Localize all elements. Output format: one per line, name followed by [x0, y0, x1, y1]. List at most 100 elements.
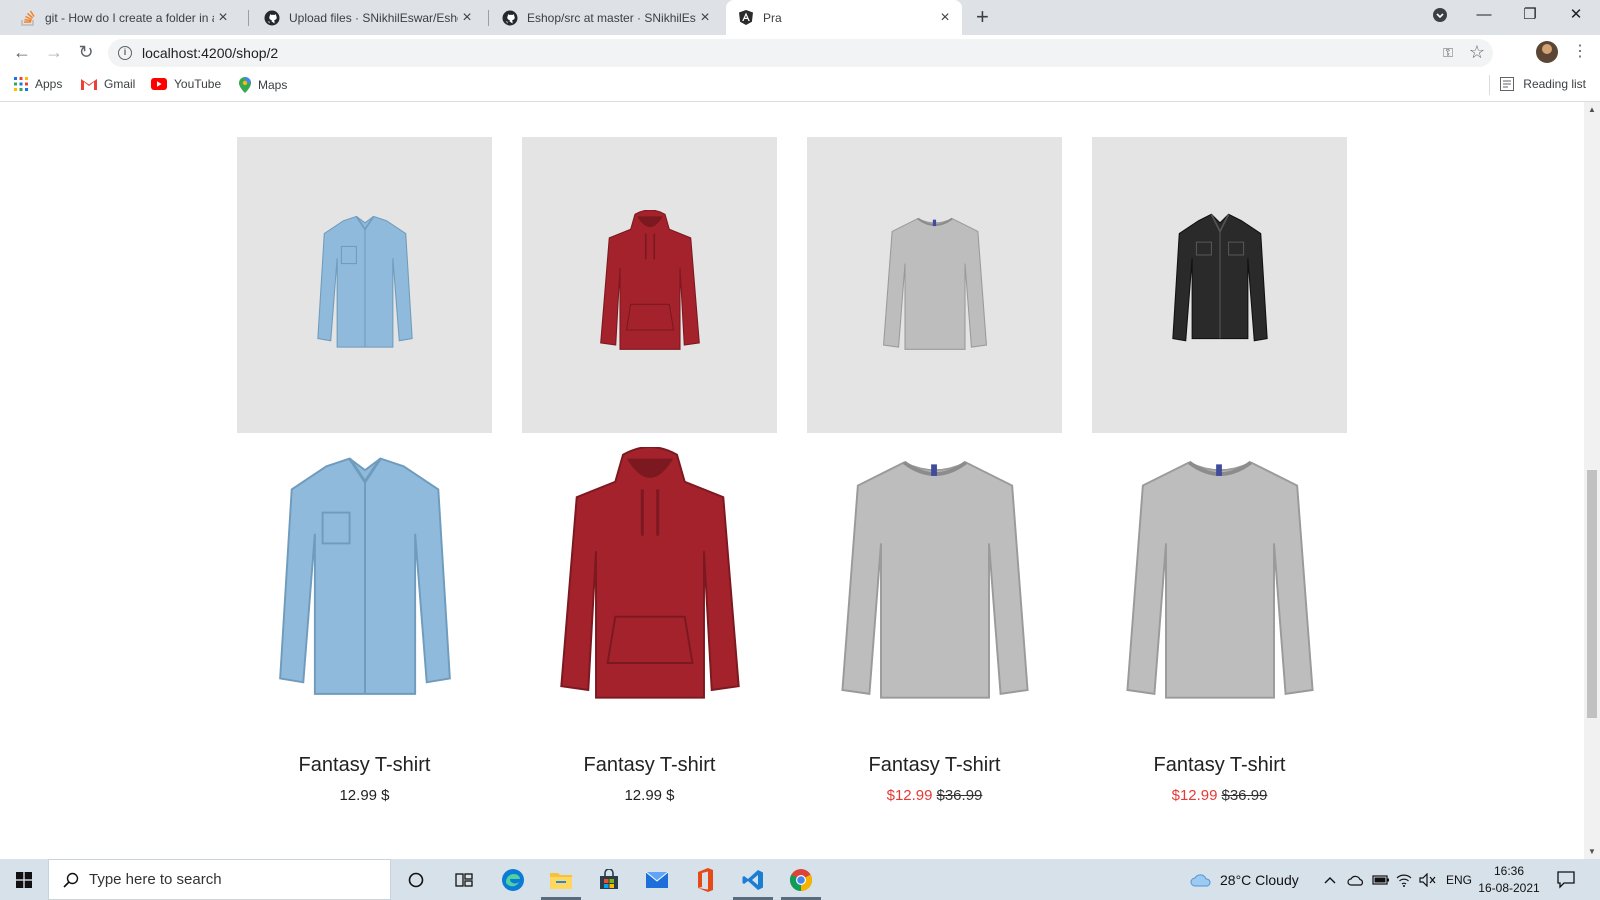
tab-strip: git - How do I create a folder in a × Up…	[0, 0, 1600, 35]
volume-muted-icon[interactable]	[1419, 859, 1437, 900]
tab-upload-files[interactable]: Upload files · SNikhilEswar/Eshop ×	[252, 0, 484, 35]
close-tab-icon[interactable]: ×	[214, 9, 232, 27]
product-image[interactable]	[237, 447, 492, 717]
tab-title: Upload files · SNikhilEswar/Eshop	[289, 10, 458, 25]
product-price: $12.99 $36.99	[807, 787, 1062, 804]
product-thumbnail[interactable]	[522, 137, 777, 433]
red-hoodie-image	[559, 447, 740, 699]
action-center-notification-icon[interactable]	[1556, 869, 1576, 894]
product-name[interactable]: Fantasy T-shirt	[237, 754, 492, 777]
microsoft-store-icon[interactable]	[585, 859, 633, 900]
scrollbar-thumb[interactable]	[1587, 470, 1597, 718]
reload-button[interactable]: ↻	[75, 41, 97, 63]
bookmark-gmail[interactable]: Gmail	[81, 77, 135, 91]
sale-price: $12.99	[1171, 787, 1218, 804]
scroll-up-arrow-icon[interactable]: ▲	[1584, 105, 1600, 114]
url-text[interactable]: localhost:4200/shop/2	[142, 45, 278, 61]
cortana-icon[interactable]	[392, 859, 440, 900]
tab-title: Pra	[763, 10, 782, 25]
bookmark-star-icon[interactable]: ☆	[1469, 42, 1485, 63]
vscode-icon[interactable]	[729, 859, 777, 900]
tab-stackoverflow[interactable]: git - How do I create a folder in a ×	[8, 0, 240, 35]
weather-widget[interactable]: 28°C Cloudy	[1190, 859, 1299, 900]
system-clock[interactable]: 16:36 16-08-2021	[1474, 863, 1544, 897]
chrome-icon[interactable]	[777, 859, 825, 900]
page-viewport: Fantasy T-shirt Fantasy T-shirt Fantasy …	[0, 102, 1584, 859]
restore-button[interactable]: ❐	[1507, 0, 1553, 30]
close-tab-icon[interactable]: ×	[936, 9, 954, 27]
price: 12.99 $	[339, 787, 390, 804]
tab-divider	[488, 10, 489, 26]
onedrive-cloud-icon[interactable]	[1347, 859, 1365, 900]
product-thumbnail[interactable]	[1092, 137, 1347, 433]
reading-list-button[interactable]: Reading list	[1500, 77, 1586, 91]
forward-button[interactable]: →	[43, 41, 65, 63]
product-thumbnail[interactable]	[807, 137, 1062, 433]
menu-kebab-icon[interactable]: ⋮	[1572, 41, 1588, 61]
stackoverflow-icon	[20, 10, 36, 26]
tab-eshop-src[interactable]: Eshop/src at master · SNikhilEswa ×	[490, 0, 722, 35]
edge-browser-icon[interactable]	[489, 859, 537, 900]
back-button[interactable]: ←	[11, 41, 33, 63]
product-price: $12.99 $36.99	[1092, 787, 1347, 804]
minimize-button[interactable]: —	[1461, 0, 1507, 30]
bookmark-apps[interactable]: Apps	[14, 77, 62, 91]
bookmarks-bar: Apps Gmail YouTube Maps Reading list	[0, 69, 1600, 102]
product-image[interactable]	[807, 447, 1062, 717]
new-tab-button[interactable]: +	[976, 5, 989, 29]
taskbar-search-input[interactable]: Type here to search	[48, 859, 391, 900]
price: 12.99 $	[624, 787, 675, 804]
close-tab-icon[interactable]: ×	[696, 9, 714, 27]
angular-icon	[738, 10, 754, 26]
windows-logo-icon	[16, 871, 32, 888]
bookmarks-divider	[1489, 75, 1490, 95]
apps-grid-icon	[14, 77, 28, 91]
bookmark-maps[interactable]: Maps	[239, 77, 287, 93]
password-key-icon[interactable]: ⚿	[1443, 45, 1453, 61]
youtube-icon	[151, 78, 167, 90]
task-view-icon[interactable]	[440, 859, 488, 900]
original-price: $36.99	[1221, 787, 1268, 804]
page-scrollbar[interactable]: ▲ ▼	[1584, 102, 1600, 859]
grey-sweater-image	[882, 217, 987, 350]
site-info-icon[interactable]: i	[118, 46, 132, 60]
wifi-icon[interactable]	[1396, 859, 1412, 900]
cloud-weather-icon	[1190, 873, 1212, 887]
search-placeholder: Type here to search	[89, 871, 222, 888]
product-price: 12.99 $	[237, 787, 492, 804]
clock-time: 16:36	[1493, 864, 1525, 878]
scroll-down-arrow-icon[interactable]: ▼	[1584, 847, 1600, 856]
browser-toolbar: ← → ↻ i localhost:4200/shop/2 ⚿ ☆ ⋮	[0, 35, 1600, 69]
profile-avatar[interactable]	[1536, 41, 1558, 63]
show-hidden-icons-chevron-icon[interactable]	[1324, 859, 1336, 900]
language-indicator[interactable]: ENG	[1446, 859, 1472, 900]
windows-taskbar: Type here to search 28°C Cloudy ENG 16:3…	[0, 859, 1600, 900]
close-tab-icon[interactable]: ×	[458, 9, 476, 27]
product-image[interactable]	[1092, 447, 1347, 717]
windows-start-button[interactable]	[0, 859, 48, 900]
clock-date: 16-08-2021	[1478, 881, 1540, 895]
tab-search-button[interactable]	[1417, 0, 1463, 30]
address-bar[interactable]: i localhost:4200/shop/2 ⚿ ☆	[108, 39, 1493, 67]
gmail-icon	[81, 78, 97, 90]
bookmark-youtube[interactable]: YouTube	[151, 77, 221, 91]
product-image[interactable]	[522, 447, 777, 717]
product-name[interactable]: Fantasy T-shirt	[807, 754, 1062, 777]
product-name[interactable]: Fantasy T-shirt	[1092, 754, 1347, 777]
product-name[interactable]: Fantasy T-shirt	[522, 754, 777, 777]
mail-icon[interactable]	[633, 859, 681, 900]
tab-title: Eshop/src at master · SNikhilEswa	[527, 10, 696, 25]
github-icon	[502, 10, 518, 26]
tab-active[interactable]: Pra ×	[726, 0, 962, 35]
denim-shirt-image	[316, 215, 413, 348]
tab-title: git - How do I create a folder in a	[45, 10, 214, 25]
maps-pin-icon	[239, 77, 251, 93]
file-explorer-icon[interactable]	[537, 859, 585, 900]
close-window-button[interactable]: ✕	[1553, 0, 1599, 30]
bookmark-label: Maps	[258, 78, 288, 92]
product-thumbnail[interactable]	[237, 137, 492, 433]
battery-icon[interactable]	[1372, 859, 1390, 900]
github-icon	[264, 10, 280, 26]
sale-price: $12.99	[886, 787, 933, 804]
office-icon[interactable]	[681, 859, 729, 900]
